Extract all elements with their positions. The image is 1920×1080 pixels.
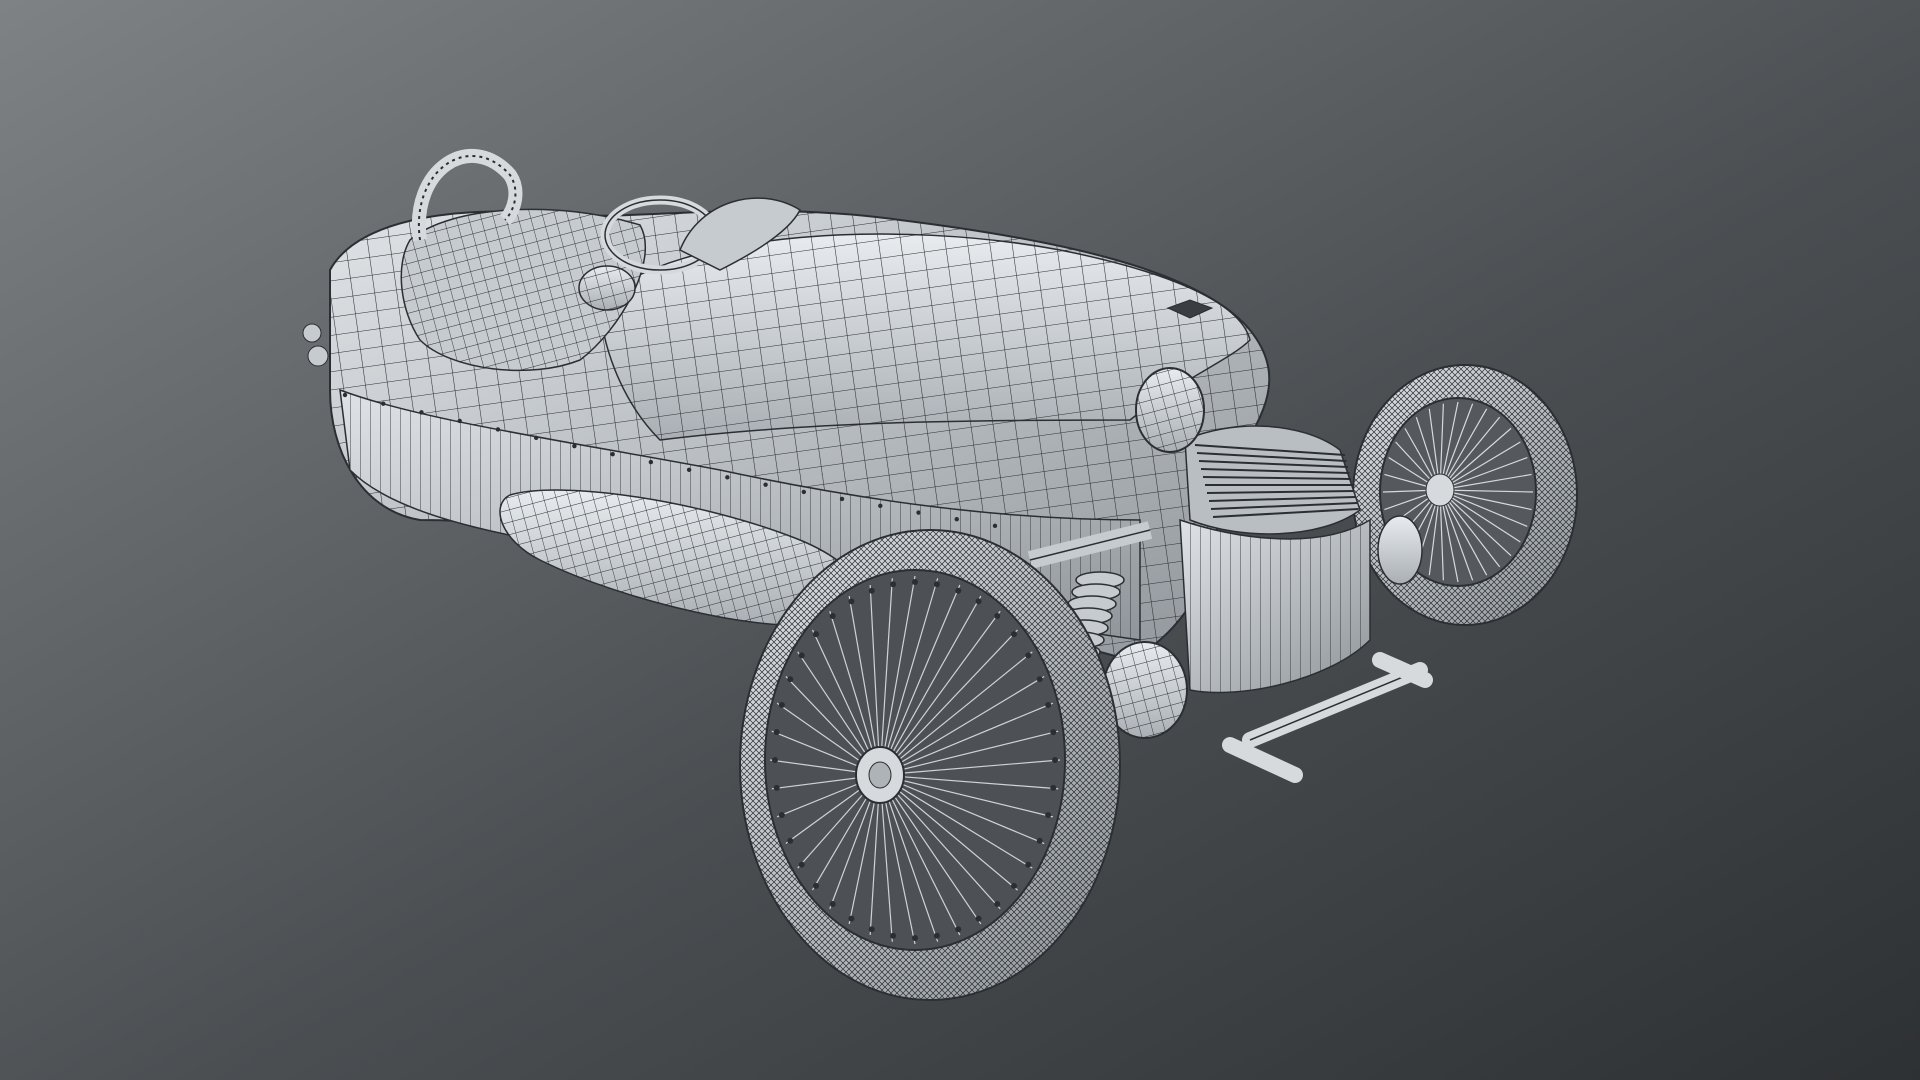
3d-viewport[interactable] — [0, 0, 1920, 1080]
rear-right-wheel — [1352, 364, 1578, 626]
car-wireframe-model[interactable] — [0, 0, 1920, 1080]
front-left-wheel — [739, 529, 1121, 1001]
